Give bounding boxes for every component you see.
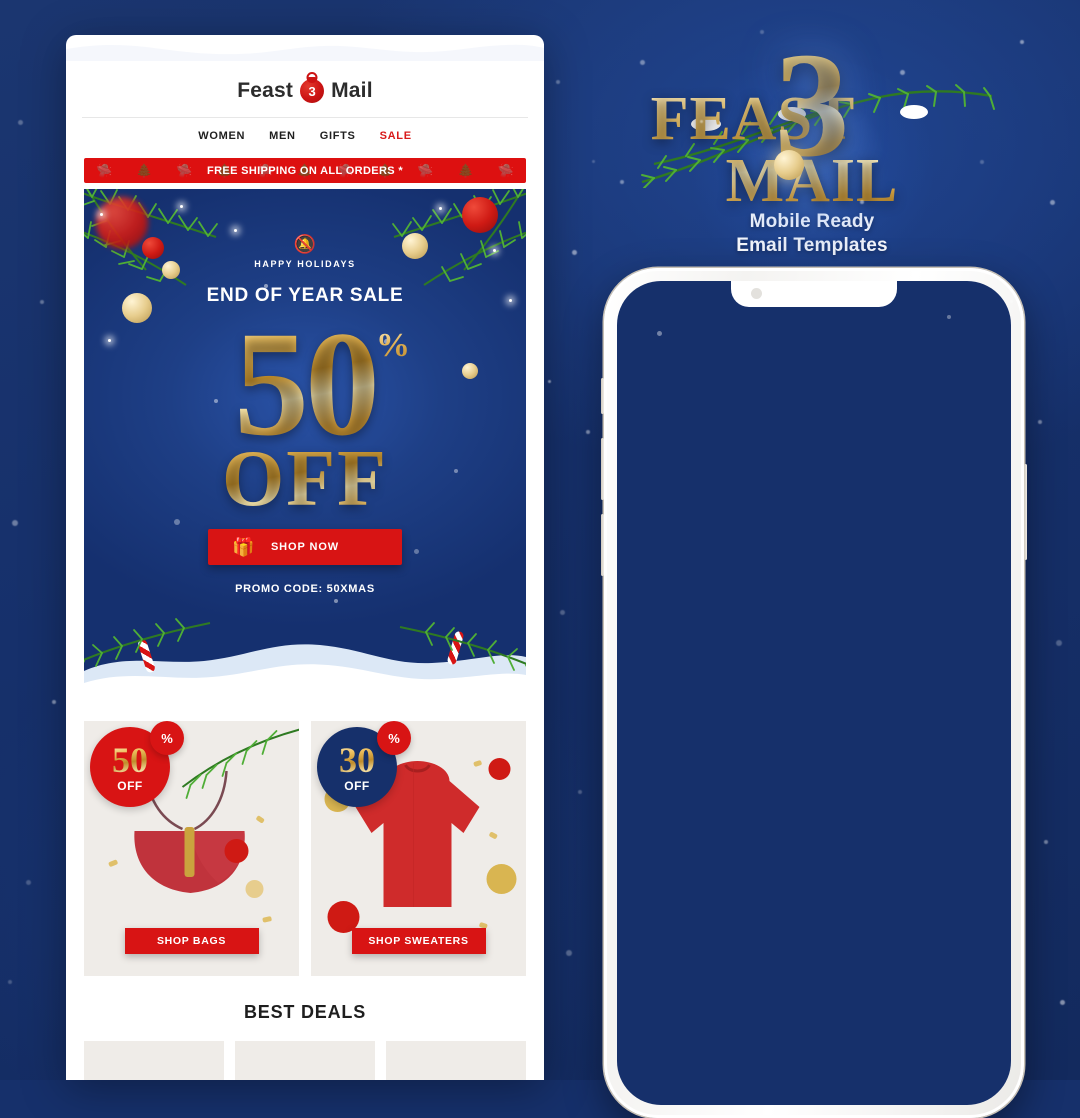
poster-canvas: Feast 3 Mail WOMEN MEN GIFTS SALE 🛸 🌲 🛸 … [0,0,1080,1080]
snowflake-icon [572,250,577,255]
hero-shop-now-label: SHOP NOW [271,541,339,553]
phone-volume-up-button[interactable] [601,438,604,500]
snowflake-icon [586,430,590,434]
product-card-row: 50 OFF % SHOP BAGS 30 OFF % SHOP SWEATER… [84,721,526,976]
phone-mockup: Feast 3 Mail WOMEN MEN GIFTS SALE [604,268,1024,1118]
badge-discount-number: 30 [339,742,375,778]
hero-shop-now-button[interactable]: 🎁 SHOP NOW [208,529,402,565]
email-template-preview: Feast 3 Mail WOMEN MEN GIFTS SALE 🛸 🌲 🛸 … [66,35,544,1080]
phone-screen: Feast 3 Mail WOMEN MEN GIFTS SALE [617,281,1011,1105]
bells-icon: 🔕 [84,235,526,253]
shop-sweaters-button[interactable]: SHOP SWEATERS [352,928,486,954]
free-shipping-banner[interactable]: 🛸 🌲 🛸 🌲 🛸 🌲 🛸 🌲 🛸 🌲 🛸 FREE SHIPPING ON ALL ORDER… [84,158,526,183]
deal-card-red-tshirt[interactable] [84,1041,224,1080]
snowflake-icon [1056,640,1062,646]
snowflake-icon [26,880,31,885]
snowflake-icon [8,980,12,984]
badge-off-label: OFF [344,779,370,793]
product-card-sweaters[interactable]: 30 OFF % SHOP SWEATERS [311,721,526,976]
snowflake-icon [1044,840,1048,844]
hero-percent-symbol: % [376,327,410,365]
brand-word-left: Feast [237,79,293,103]
email-brand-logo[interactable]: Feast 3 Mail [66,53,544,117]
snowflake-icon [560,610,565,615]
product-card-bags[interactable]: 50 OFF % SHOP BAGS [84,721,299,976]
gift-bow-icon: 🎁 [232,529,255,565]
email-sheet: Feast 3 Mail WOMEN MEN GIFTS SALE 🛸 🌲 🛸 … [66,35,544,1080]
phone-mute-switch[interactable] [601,378,604,414]
bauble-number: 3 [308,84,315,99]
email-hero-banner[interactable]: 🔕 HAPPY HOLIDAYS END OF YEAR SALE 50 % O… [84,189,526,709]
snowflake-icon [1060,1000,1065,1005]
feast-3-mail-logo: FEAST_MAIL 3 [592,28,1032,198]
logo-number-3: 3 [775,30,850,180]
shop-bags-button[interactable]: SHOP BAGS [125,928,259,954]
snowflake-icon [52,700,56,704]
best-deals-row [84,1041,526,1080]
phone-front-camera-icon [751,288,762,299]
nav-item-women[interactable]: WOMEN [198,130,245,142]
email-nav: WOMEN MEN GIFTS SALE [66,118,544,154]
best-deals-heading: BEST DEALS [66,1002,544,1023]
snowflake-icon [548,380,551,383]
nav-item-men[interactable]: MEN [269,130,296,142]
badge-discount-number: 50 [112,742,148,778]
snowflake-icon [1038,420,1042,424]
snowflake-icon [556,80,560,84]
phone-power-button[interactable] [1024,464,1027,560]
phone-notch [731,281,897,307]
snowflake-icon [40,300,44,304]
free-shipping-text: FREE SHIPPING ON ALL ORDERS * [207,165,403,177]
snowflake-icon [12,520,18,526]
snowflake-icon [18,120,23,125]
hero-logo-block: FEAST_MAIL 3 Mobile Ready Email Template… [592,28,1032,259]
snowflake-icon [1050,200,1055,205]
bauble-ornament-icon: 3 [300,79,324,103]
hero-discount-group: 50 % [234,315,376,453]
badge-percent-symbol: % [377,721,411,755]
badge-off-label: OFF [117,779,143,793]
hero-eyebrow: HAPPY HOLIDAYS [84,259,526,269]
brand-word-right: Mail [331,79,373,103]
nav-item-gifts[interactable]: GIFTS [320,130,356,142]
nav-item-sale[interactable]: SALE [380,130,412,142]
hero-discount-number: 50 [234,315,376,453]
hero-promo-code: PROMO CODE: 50XMAS [84,583,526,595]
deal-card-brown-bag[interactable] [235,1041,375,1080]
snowflake-icon [578,790,582,794]
phone-volume-down-button[interactable] [601,514,604,576]
badge-percent-symbol: % [150,721,184,755]
snowflake-icon [566,950,572,956]
snow-ground-icon [84,617,526,709]
deal-card-purple-sweater[interactable] [386,1041,526,1080]
